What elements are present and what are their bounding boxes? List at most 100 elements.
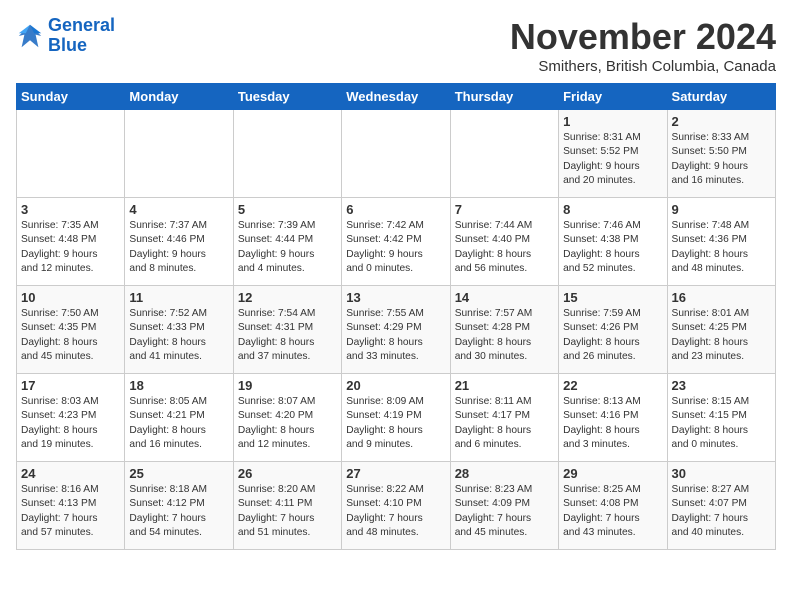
calendar-cell: 17Sunrise: 8:03 AMSunset: 4:23 PMDayligh… <box>17 374 125 462</box>
weekday-header-wednesday: Wednesday <box>342 84 450 110</box>
calendar-cell: 16 Sunrise: 8:01 AMSunset: 4:25 PMDayligh… <box>667 286 775 374</box>
calendar-cell: 23 Sunrise: 8:15 AMSunset: 4:15 PMDayligh… <box>667 374 775 462</box>
calendar-cell: 8 Sunrise: 7:46 AMSunset: 4:38 PMDaylight… <box>559 198 667 286</box>
calendar-cell <box>450 110 558 198</box>
day-number: 23 <box>672 378 771 393</box>
calendar-cell <box>342 110 450 198</box>
calendar-cell <box>233 110 341 198</box>
logo-line2: Blue <box>48 35 87 55</box>
calendar-cell: 27 Sunrise: 8:22 AMSunset: 4:10 PMDayligh… <box>342 462 450 550</box>
calendar-table: SundayMondayTuesdayWednesdayThursdayFrid… <box>16 83 776 550</box>
calendar-cell: 13Sunrise: 7:55 AMSunset: 4:29 PMDayligh… <box>342 286 450 374</box>
calendar-cell: 11Sunrise: 7:52 AMSunset: 4:33 PMDayligh… <box>125 286 233 374</box>
day-number: 8 <box>563 202 662 217</box>
title-block: November 2024 Smithers, British Columbia… <box>510 16 776 75</box>
day-info: Sunrise: 7:57 AMSunset: 4:28 PMDaylight:… <box>455 307 554 364</box>
day-info: Sunrise: 8:31 AMSunset: 5:52 PMDaylight:… <box>563 131 662 188</box>
day-info: Sunrise: 8:33 AMSunset: 5:50 PMDaylight:… <box>672 131 771 188</box>
day-info: Sunrise: 8:16 AMSunset: 4:13 PMDaylight:… <box>21 483 120 540</box>
calendar-cell: 10 Sunrise: 7:50 AMSunset: 4:35 PMDayligh… <box>17 286 125 374</box>
calendar-cell: 29 Sunrise: 8:25 AMSunset: 4:08 PMDayligh… <box>559 462 667 550</box>
calendar-week-3: 10 Sunrise: 7:50 AMSunset: 4:35 PMDayligh… <box>17 286 776 374</box>
day-info: Sunrise: 7:37 AMSunset: 4:46 PMDaylight:… <box>129 219 228 276</box>
calendar-cell: 3Sunrise: 7:35 AMSunset: 4:48 PMDaylight… <box>17 198 125 286</box>
logo-line1: General <box>48 15 115 35</box>
weekday-header-monday: Monday <box>125 84 233 110</box>
calendar-cell: 14 Sunrise: 7:57 AMSunset: 4:28 PMDayligh… <box>450 286 558 374</box>
day-info: Sunrise: 8:07 AMSunset: 4:20 PMDaylight:… <box>238 395 337 452</box>
day-number: 26 <box>238 466 337 481</box>
day-number: 2 <box>672 114 771 129</box>
calendar-cell: 15Sunrise: 7:59 AMSunset: 4:26 PMDayligh… <box>559 286 667 374</box>
day-number: 1 <box>563 114 662 129</box>
day-number: 24 <box>21 466 120 481</box>
calendar-cell <box>125 110 233 198</box>
calendar-cell: 19 Sunrise: 8:07 AMSunset: 4:20 PMDayligh… <box>233 374 341 462</box>
day-number: 10 <box>21 290 120 305</box>
day-number: 20 <box>346 378 445 393</box>
calendar-cell: 22 Sunrise: 8:13 AMSunset: 4:16 PMDayligh… <box>559 374 667 462</box>
calendar-cell: 4 Sunrise: 7:37 AMSunset: 4:46 PMDaylight… <box>125 198 233 286</box>
page-header: General Blue November 2024 Smithers, Bri… <box>16 16 776 75</box>
calendar-week-5: 24 Sunrise: 8:16 AMSunset: 4:13 PMDayligh… <box>17 462 776 550</box>
day-number: 9 <box>672 202 771 217</box>
calendar-cell: 21 Sunrise: 8:11 AMSunset: 4:17 PMDayligh… <box>450 374 558 462</box>
day-number: 30 <box>672 466 771 481</box>
calendar-cell: 24 Sunrise: 8:16 AMSunset: 4:13 PMDayligh… <box>17 462 125 550</box>
calendar-body: 1 Sunrise: 8:31 AMSunset: 5:52 PMDaylight… <box>17 110 776 550</box>
weekday-header-tuesday: Tuesday <box>233 84 341 110</box>
weekday-header-thursday: Thursday <box>450 84 558 110</box>
month-title: November 2024 <box>510 16 776 58</box>
calendar-cell: 25Sunrise: 8:18 AMSunset: 4:12 PMDayligh… <box>125 462 233 550</box>
day-number: 13 <box>346 290 445 305</box>
day-info: Sunrise: 8:11 AMSunset: 4:17 PMDaylight:… <box>455 395 554 452</box>
day-number: 18 <box>129 378 228 393</box>
calendar-cell: 20Sunrise: 8:09 AMSunset: 4:19 PMDayligh… <box>342 374 450 462</box>
calendar-cell: 12 Sunrise: 7:54 AMSunset: 4:31 PMDayligh… <box>233 286 341 374</box>
day-number: 7 <box>455 202 554 217</box>
day-info: Sunrise: 8:13 AMSunset: 4:16 PMDaylight:… <box>563 395 662 452</box>
day-number: 29 <box>563 466 662 481</box>
calendar-cell: 9 Sunrise: 7:48 AMSunset: 4:36 PMDaylight… <box>667 198 775 286</box>
day-info: Sunrise: 8:23 AMSunset: 4:09 PMDaylight:… <box>455 483 554 540</box>
day-number: 27 <box>346 466 445 481</box>
day-number: 6 <box>346 202 445 217</box>
day-number: 21 <box>455 378 554 393</box>
day-info: Sunrise: 8:25 AMSunset: 4:08 PMDaylight:… <box>563 483 662 540</box>
weekday-header-saturday: Saturday <box>667 84 775 110</box>
calendar-week-1: 1 Sunrise: 8:31 AMSunset: 5:52 PMDaylight… <box>17 110 776 198</box>
day-info: Sunrise: 8:03 AMSunset: 4:23 PMDaylight:… <box>21 395 120 452</box>
logo: General Blue <box>16 16 115 56</box>
day-info: Sunrise: 7:39 AMSunset: 4:44 PMDaylight:… <box>238 219 337 276</box>
day-info: Sunrise: 8:27 AMSunset: 4:07 PMDaylight:… <box>672 483 771 540</box>
location-subtitle: Smithers, British Columbia, Canada <box>510 58 776 75</box>
weekday-header-sunday: Sunday <box>17 84 125 110</box>
day-info: Sunrise: 8:01 AMSunset: 4:25 PMDaylight:… <box>672 307 771 364</box>
day-number: 19 <box>238 378 337 393</box>
day-info: Sunrise: 7:54 AMSunset: 4:31 PMDaylight:… <box>238 307 337 364</box>
day-info: Sunrise: 8:15 AMSunset: 4:15 PMDaylight:… <box>672 395 771 452</box>
calendar-cell <box>17 110 125 198</box>
day-number: 14 <box>455 290 554 305</box>
day-number: 4 <box>129 202 228 217</box>
day-number: 11 <box>129 290 228 305</box>
calendar-week-4: 17Sunrise: 8:03 AMSunset: 4:23 PMDayligh… <box>17 374 776 462</box>
day-number: 16 <box>672 290 771 305</box>
day-number: 12 <box>238 290 337 305</box>
day-info: Sunrise: 7:48 AMSunset: 4:36 PMDaylight:… <box>672 219 771 276</box>
day-info: Sunrise: 7:50 AMSunset: 4:35 PMDaylight:… <box>21 307 120 364</box>
calendar-cell: 18 Sunrise: 8:05 AMSunset: 4:21 PMDayligh… <box>125 374 233 462</box>
calendar-cell: 2 Sunrise: 8:33 AMSunset: 5:50 PMDaylight… <box>667 110 775 198</box>
day-info: Sunrise: 8:05 AMSunset: 4:21 PMDaylight:… <box>129 395 228 452</box>
day-info: Sunrise: 8:20 AMSunset: 4:11 PMDaylight:… <box>238 483 337 540</box>
calendar-cell: 6 Sunrise: 7:42 AMSunset: 4:42 PMDaylight… <box>342 198 450 286</box>
day-info: Sunrise: 7:42 AMSunset: 4:42 PMDaylight:… <box>346 219 445 276</box>
day-number: 15 <box>563 290 662 305</box>
day-number: 22 <box>563 378 662 393</box>
day-info: Sunrise: 7:46 AMSunset: 4:38 PMDaylight:… <box>563 219 662 276</box>
day-info: Sunrise: 8:22 AMSunset: 4:10 PMDaylight:… <box>346 483 445 540</box>
day-info: Sunrise: 8:18 AMSunset: 4:12 PMDaylight:… <box>129 483 228 540</box>
calendar-cell: 5Sunrise: 7:39 AMSunset: 4:44 PMDaylight… <box>233 198 341 286</box>
calendar-week-2: 3Sunrise: 7:35 AMSunset: 4:48 PMDaylight… <box>17 198 776 286</box>
calendar-cell: 30 Sunrise: 8:27 AMSunset: 4:07 PMDayligh… <box>667 462 775 550</box>
